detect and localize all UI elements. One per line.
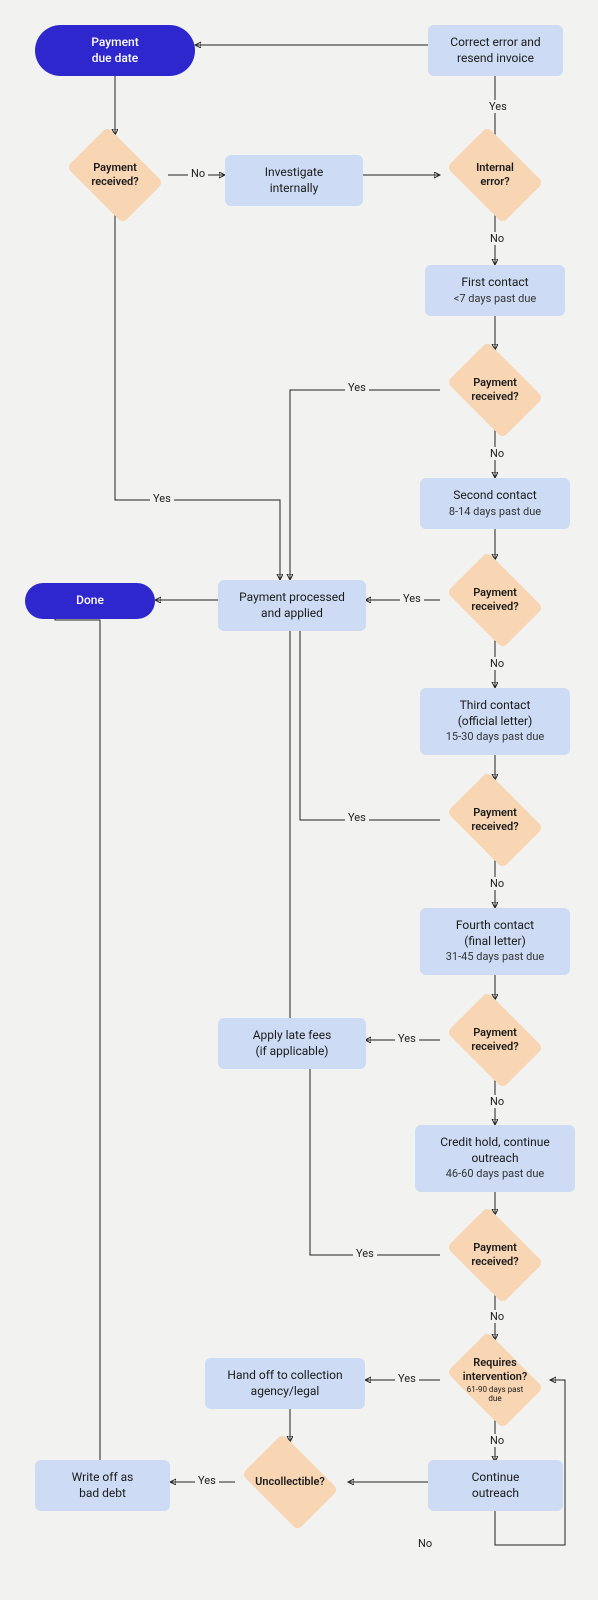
payment-received-4-decision: Paymentreceived?	[440, 780, 550, 860]
requires-intervention-label: Requiresintervention? 61-90 days pastdue	[463, 1356, 528, 1403]
handoff-process: Hand off to collectionagency/legal	[205, 1358, 365, 1409]
investigate-label: Investigateinternally	[265, 165, 324, 196]
writeoff-label: Write off asbad debt	[72, 1470, 134, 1501]
edge-label-no-continue: No	[415, 1537, 435, 1550]
payment-received-6-decision: Paymentreceived?	[440, 1215, 550, 1295]
payment-received-2-decision: Paymentreceived?	[440, 350, 550, 430]
requires-intervention-decision: Requiresintervention? 61-90 days pastdue	[440, 1340, 550, 1420]
uncollectible-decision: Uncollectible?	[235, 1442, 345, 1522]
edge-label-no-5: No	[487, 1095, 507, 1108]
first-contact-label: First contact <7 days past due	[454, 275, 536, 306]
late-fees-process: Apply late fees(if applicable)	[218, 1018, 366, 1069]
edge-label-yes-4: Yes	[345, 811, 369, 824]
payment-received-5-label: Paymentreceived?	[471, 1026, 518, 1054]
edge-label-yes-1-long: Yes	[150, 492, 174, 505]
payment-received-4-label: Paymentreceived?	[471, 806, 518, 834]
start-label: Paymentdue date	[91, 35, 138, 66]
payment-processed-label: Payment processedand applied	[239, 590, 345, 621]
payment-received-3-label: Paymentreceived?	[471, 586, 518, 614]
fourth-contact-process: Fourth contact(final letter) 31-45 days …	[420, 908, 570, 975]
edge-label-no-intervention: No	[487, 1434, 507, 1447]
payment-processed-process: Payment processedand applied	[218, 580, 366, 631]
payment-received-1-label: Paymentreceived?	[91, 161, 138, 189]
done-terminator: Done	[25, 583, 155, 619]
edge-label-yes-2: Yes	[345, 381, 369, 394]
edge-label-no-internal: No	[487, 232, 507, 245]
payment-received-3-decision: Paymentreceived?	[440, 560, 550, 640]
done-label: Done	[76, 593, 104, 609]
start-terminator: Paymentdue date	[35, 25, 195, 76]
payment-received-1-decision: Paymentreceived?	[60, 135, 170, 215]
second-contact-process: Second contact 8-14 days past due	[420, 478, 570, 529]
correct-error-label: Correct error andresend invoice	[450, 35, 540, 66]
edge-label-yes-internal: Yes	[486, 100, 510, 113]
edge-label-no-1: No	[188, 167, 208, 180]
fourth-contact-label: Fourth contact(final letter) 31-45 days …	[446, 918, 544, 965]
payment-received-2-label: Paymentreceived?	[471, 376, 518, 404]
writeoff-process: Write off asbad debt	[35, 1460, 170, 1511]
payment-received-6-label: Paymentreceived?	[471, 1241, 518, 1269]
investigate-process: Investigateinternally	[225, 155, 363, 206]
credit-hold-process: Credit hold, continueoutreach 46-60 days…	[415, 1125, 575, 1192]
third-contact-process: Third contact(official letter) 15-30 day…	[420, 688, 570, 755]
edge-label-no-2: No	[487, 447, 507, 460]
credit-hold-label: Credit hold, continueoutreach 46-60 days…	[440, 1135, 549, 1182]
edge-label-no-6: No	[487, 1310, 507, 1323]
late-fees-label: Apply late fees(if applicable)	[253, 1028, 332, 1059]
edge-label-yes-intervention: Yes	[395, 1372, 419, 1385]
payment-received-5-decision: Paymentreceived?	[440, 1000, 550, 1080]
internal-error-label: Internalerror?	[476, 161, 514, 189]
second-contact-label: Second contact 8-14 days past due	[449, 488, 541, 519]
third-contact-label: Third contact(official letter) 15-30 day…	[446, 698, 544, 745]
internal-error-decision: Internalerror?	[440, 135, 550, 215]
first-contact-process: First contact <7 days past due	[425, 265, 565, 316]
correct-error-process: Correct error andresend invoice	[428, 25, 563, 76]
edge-label-yes-6: Yes	[353, 1247, 377, 1260]
edge-label-yes-5: Yes	[395, 1032, 419, 1045]
uncollectible-label: Uncollectible?	[255, 1475, 325, 1489]
continue-outreach-process: Continueoutreach	[428, 1460, 563, 1511]
edge-label-yes-3: Yes	[400, 592, 424, 605]
continue-outreach-label: Continueoutreach	[472, 1470, 520, 1501]
edge-label-no-4: No	[487, 877, 507, 890]
edge-label-yes-uncollectible: Yes	[195, 1474, 219, 1487]
edge-label-no-3: No	[487, 657, 507, 670]
handoff-label: Hand off to collectionagency/legal	[227, 1368, 342, 1399]
